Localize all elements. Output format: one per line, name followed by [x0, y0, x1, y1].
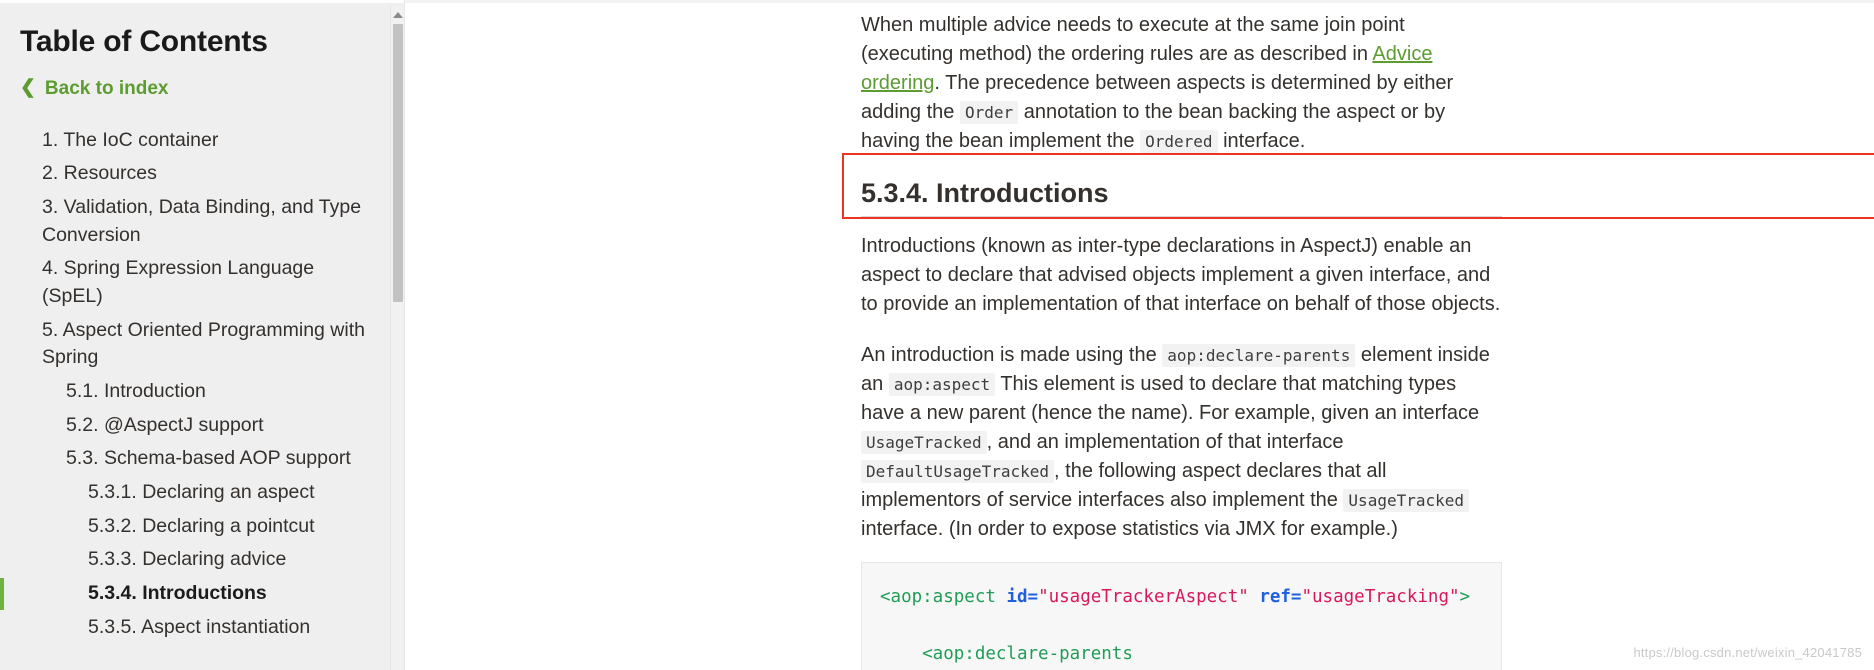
sidebar-item-label: 4. Spring Expression Language (SpEL) — [42, 257, 315, 307]
content-inner: When multiple advice needs to execute at… — [405, 3, 1874, 670]
table-of-contents-sidebar: Table of Contents ❮ Back to index 1. The… — [0, 0, 404, 670]
code-token: ref= — [1259, 587, 1302, 607]
code-token: > — [1459, 587, 1471, 607]
sidebar-item-label: 5.2. @AspectJ support — [66, 413, 264, 436]
triangle-up-icon — [393, 12, 403, 18]
inline-code-order: Order — [959, 101, 1019, 124]
sidebar-item-5-3-5-aspect-instantiation[interactable]: 5.3.5. Aspect instantiation — [20, 611, 370, 645]
highlighted-paragraph: Introductions (known as inter-type decla… — [861, 235, 1501, 315]
body-text-part-6: interface. (In order to expose statistic… — [861, 518, 1398, 540]
sidebar-item-5-3-2-declaring-a-pointcut[interactable]: 5.3.2. Declaring a pointcut — [20, 510, 370, 544]
code-token: id= — [1006, 587, 1039, 607]
toc-inner: Table of Contents ❮ Back to index 1. The… — [0, 3, 404, 670]
code-token: "usageTracking" — [1301, 587, 1460, 607]
inline-code-defaultusagetracked: DefaultUsageTracked — [861, 460, 1055, 483]
sidebar-item-2-resources[interactable]: 2. Resources — [20, 157, 370, 191]
sidebar-item-label: 5.3. Schema-based AOP support — [66, 447, 351, 470]
page-title: Table of Contents — [20, 25, 268, 58]
inline-code-aop-aspect: aop:aspect — [888, 373, 996, 396]
intro-paragraph: When multiple advice needs to execute at… — [405, 11, 1874, 156]
inline-code-ordered: Ordered — [1140, 130, 1218, 153]
document-content: When multiple advice needs to execute at… — [405, 0, 1874, 670]
sidebar-item-3-validation-data-binding-and-type-conversion[interactable]: 3. Validation, Data Binding, and Type Co… — [20, 191, 370, 252]
sidebar-item-5-2-aspectj-support[interactable]: 5.2. @AspectJ support — [20, 409, 370, 443]
chevron-left-icon: ❮ — [20, 77, 36, 98]
body-text-part-4: , and an implementation of that interfac… — [986, 431, 1344, 453]
sidebar-item-1-the-ioc-container[interactable]: 1. The IoC container — [20, 124, 370, 158]
sidebar-scrollbar[interactable] — [390, 6, 404, 670]
sidebar-item-label: 5.3.5. Aspect instantiation — [88, 615, 311, 638]
scrollbar-thumb[interactable] — [393, 24, 403, 302]
sidebar-item-label: 5.3.1. Declaring an aspect — [88, 481, 315, 504]
sidebar-item-label: 5.3.4. Introductions — [88, 582, 267, 605]
inline-code-declare-parents: aop:declare-parents — [1162, 344, 1356, 367]
sidebar-item-label: 5.3.2. Declaring a pointcut — [88, 514, 315, 537]
intro-text-part-4: interface. — [1217, 130, 1306, 152]
back-to-index-link[interactable]: ❮ Back to index — [20, 78, 370, 100]
code-block: <aop:aspect id="usageTrackerAspect" ref=… — [861, 562, 1502, 670]
sidebar-item-5-3-3-declaring-advice[interactable]: 5.3.3. Declaring advice — [20, 543, 370, 577]
body-paragraph: An introduction is made using the aop:de… — [405, 341, 1874, 544]
code-token: <aop:aspect — [880, 587, 996, 607]
inline-code-usagetracked-1: UsageTracked — [861, 431, 987, 454]
section-heading-introductions: 5.3.4. Introductions — [405, 178, 1874, 217]
sidebar-item-5-3-schema-based-aop-support[interactable]: 5.3. Schema-based AOP support — [20, 442, 370, 476]
sidebar-item-5-1-introduction[interactable]: 5.1. Introduction — [20, 375, 370, 409]
toc-list: 1. The IoC container 2. Resources 3. Valid… — [0, 124, 370, 645]
body-text-part-1: An introduction is made using the — [861, 344, 1163, 366]
scroll-up-button[interactable] — [392, 8, 404, 22]
sidebar-item-5-3-4-introductions[interactable]: 5.3.4. Introductions — [0, 577, 370, 611]
watermark-text: https://blog.csdn.net/weixin_42041785 — [1633, 645, 1862, 660]
back-to-index-label: Back to index — [44, 77, 169, 99]
sidebar-item-5-aspect-oriented-programming-with-spring[interactable]: 5. Aspect Oriented Programming with Spri… — [20, 314, 370, 375]
sidebar-item-5-3-1-declaring-an-aspect[interactable]: 5.3.1. Declaring an aspect — [20, 476, 370, 510]
inline-code-usagetracked-2: UsageTracked — [1343, 489, 1470, 512]
code-token: "usageTrackerAspect" — [1038, 587, 1249, 607]
sidebar-item-label: 5. Aspect Oriented Programming with Spri… — [42, 318, 365, 369]
code-block-content: <aop:aspect id="usageTrackerAspect" ref=… — [880, 583, 1475, 670]
sidebar-item-label: 3. Validation, Data Binding, and Type Co… — [42, 195, 362, 246]
sidebar-item-label: 2. Resources — [42, 162, 157, 185]
code-token: <aop:declare-parents — [880, 643, 1133, 664]
intro-text-part-1: When multiple advice needs to execute at… — [861, 14, 1405, 65]
sidebar-item-label: 5.3.3. Declaring advice — [88, 548, 287, 571]
sidebar-item-4-spring-expression-language-spel[interactable]: 4. Spring Expression Language (SpEL) — [20, 252, 370, 313]
page-root: Table of Contents ❮ Back to index 1. The… — [0, 0, 1874, 670]
sidebar-item-label: 5.1. Introduction — [66, 380, 206, 402]
sidebar-item-label: 1. The IoC container — [42, 128, 219, 151]
